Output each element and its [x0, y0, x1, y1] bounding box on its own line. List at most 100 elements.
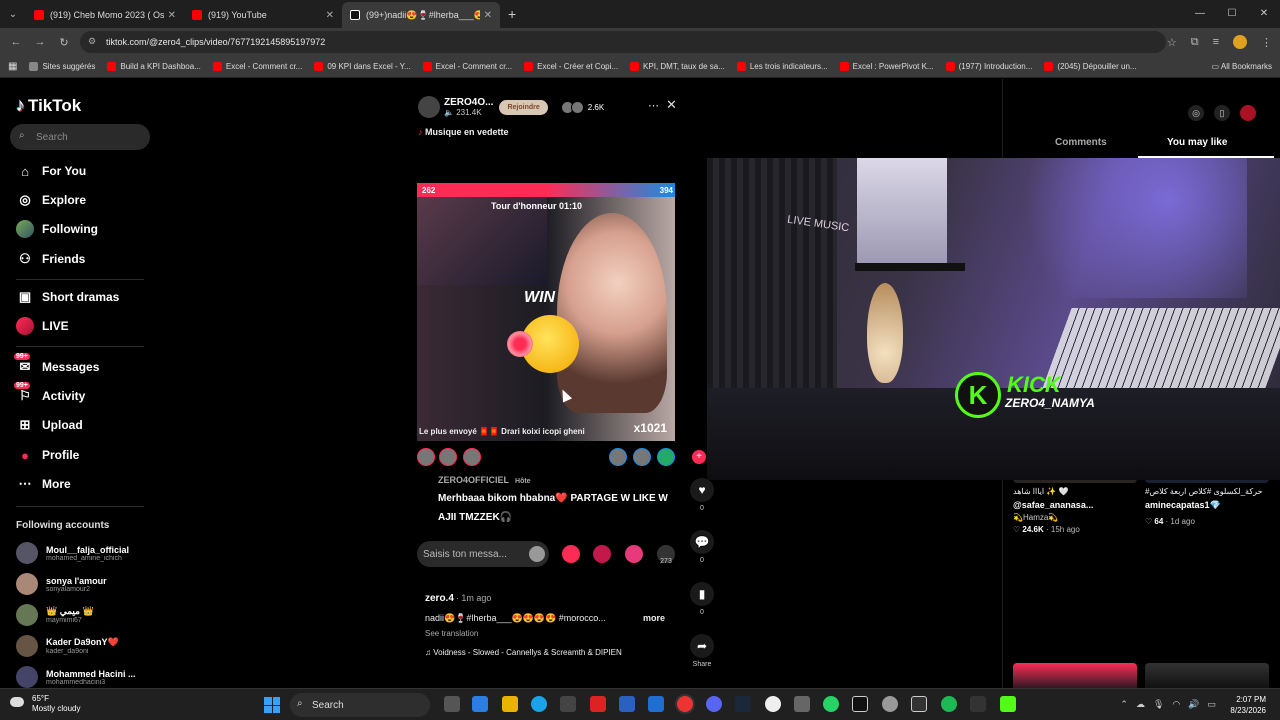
guest-icon[interactable] — [562, 545, 580, 563]
close-tab-icon[interactable]: ✕ — [484, 10, 492, 21]
calculator-icon[interactable] — [794, 696, 810, 712]
nav-short-dramas[interactable]: ▣ Short dramas — [16, 285, 120, 309]
phone-icon[interactable]: ▯ — [1214, 105, 1230, 121]
more-link[interactable]: more — [643, 613, 665, 623]
close-window-icon[interactable]: ✕ — [1248, 0, 1280, 28]
close-icon[interactable]: ✕ — [666, 97, 677, 113]
avatar[interactable] — [633, 448, 651, 466]
avatar[interactable] — [417, 448, 435, 466]
minimize-icon[interactable]: — — [1184, 0, 1216, 28]
host-avatar[interactable] — [418, 96, 440, 118]
new-tab-icon[interactable]: + — [508, 6, 516, 22]
system-clock[interactable]: 2:07 PM 8/23/2026 — [1230, 694, 1266, 716]
volume-icon[interactable]: 🔊 — [1188, 699, 1199, 710]
following-account[interactable]: sonya l'amour sonyalamour2 — [16, 570, 156, 598]
profile-avatar-icon[interactable] — [1233, 35, 1247, 49]
bookmark-item[interactable]: KPI, DMT, taux de sa... — [630, 62, 725, 71]
bookmark-item[interactable]: Excel - Créer et Copi... — [524, 62, 618, 71]
profile-avatar-icon[interactable] — [1240, 105, 1256, 121]
site-info-icon[interactable]: ⚙ — [88, 36, 96, 47]
steam-icon[interactable] — [735, 696, 751, 712]
video-author[interactable]: zero.4 · 1m ago — [425, 593, 665, 604]
cloud-sync-icon[interactable]: ☁ — [1136, 699, 1145, 710]
tiktok-logo[interactable]: ♪ TikTok — [16, 95, 81, 116]
edge-icon[interactable] — [531, 696, 547, 712]
following-account[interactable]: 👑 ميمي 👑 maymimi67 — [16, 601, 156, 629]
close-tab-icon[interactable]: ✕ — [326, 10, 334, 21]
save-action[interactable]: ▮ 0 — [690, 582, 714, 616]
nav-for-you[interactable]: ⌂ For You — [16, 159, 86, 183]
obs-icon[interactable] — [882, 696, 898, 712]
nav-profile[interactable]: ● Profile — [16, 443, 79, 467]
app-l-icon[interactable] — [590, 696, 606, 712]
spotify-icon[interactable] — [941, 696, 957, 712]
like-action[interactable]: ♥ 0 — [690, 478, 714, 512]
nav-upload[interactable]: ⊞ Upload — [16, 413, 83, 437]
nav-following[interactable]: Following — [16, 217, 98, 241]
app-icon[interactable] — [911, 696, 927, 712]
taskbar-search[interactable]: ⌕ Search — [290, 693, 430, 717]
windows-start-icon[interactable] — [264, 697, 280, 713]
following-account[interactable]: Kader Da9onY❤️ kader_da9oni — [16, 632, 156, 660]
nav-activity[interactable]: ⚐ 99+ Activity — [14, 382, 85, 408]
bookmark-item[interactable]: Sites suggérés — [29, 62, 95, 71]
browser-tab[interactable]: (919) YouTube ✕ — [184, 2, 342, 28]
nav-live[interactable]: LIVE — [16, 314, 69, 338]
browser-tab[interactable]: (919) Cheb Momo 2023 ( Ostor ✕ — [26, 2, 184, 28]
emoji-icon[interactable] — [529, 546, 545, 562]
apps-icon[interactable]: ▦ — [8, 61, 17, 72]
avatar[interactable] — [609, 448, 627, 466]
avatar[interactable] — [463, 448, 481, 466]
message-input[interactable]: Saisis ton messa... — [417, 541, 549, 567]
media-icon[interactable]: ≡ — [1213, 36, 1219, 48]
join-button[interactable]: Rejoindre — [499, 99, 548, 115]
file-explorer-icon[interactable] — [502, 696, 518, 712]
tab-comments[interactable]: Comments — [1055, 137, 1107, 148]
rose-icon[interactable] — [593, 545, 611, 563]
bookmark-item[interactable]: 09 KPI dans Excel - Y... — [314, 62, 411, 71]
copilot-icon[interactable] — [472, 696, 488, 712]
maximize-icon[interactable]: ☐ — [1216, 0, 1248, 28]
kick-app-icon[interactable] — [1000, 696, 1016, 712]
store-icon[interactable] — [560, 696, 576, 712]
microphone-icon[interactable]: 🎙 — [1153, 699, 1164, 710]
menu-icon[interactable]: ⋮ — [1261, 36, 1272, 49]
following-account[interactable]: Moul__falja_official mohamed_amine_ichich — [16, 539, 156, 567]
chevron-up-icon[interactable]: ⌃ — [1120, 699, 1128, 710]
host-name[interactable]: ZERO4O... — [444, 97, 493, 108]
whatsapp-icon[interactable] — [823, 696, 839, 712]
capcut-icon[interactable] — [970, 696, 986, 712]
avatar[interactable] — [439, 448, 457, 466]
app-icon[interactable] — [619, 696, 635, 712]
discord-icon[interactable] — [706, 696, 722, 712]
featured-music-tag[interactable]: ♪ Musique en vedette — [418, 127, 509, 137]
nav-friends[interactable]: ⚇ Friends — [16, 247, 85, 271]
tiktok-icon[interactable] — [852, 696, 868, 712]
weather-widget[interactable]: 65°F Mostly cloudy — [10, 694, 80, 714]
tab-you-may-like[interactable]: You may like — [1167, 137, 1227, 148]
compass-icon[interactable]: ◎ — [1188, 105, 1204, 121]
see-translation-link[interactable]: See translation — [425, 629, 665, 638]
bookmark-star-icon[interactable]: ☆ — [1167, 36, 1177, 49]
share-live-icon[interactable]: 273 — [657, 545, 675, 565]
bookmark-item[interactable]: Build a KPI Dashboa... — [107, 62, 201, 71]
tab-search-icon[interactable]: ⌄ — [0, 0, 26, 28]
video-thumbnail[interactable] — [1145, 663, 1269, 688]
bookmark-item[interactable]: (1977) Introduction... — [945, 62, 1032, 71]
gift-icon[interactable] — [625, 545, 643, 563]
all-bookmarks[interactable]: ▭ All Bookmarks — [1212, 56, 1272, 78]
nav-messages[interactable]: ✉ 99+ Messages — [14, 353, 99, 379]
bookmark-item[interactable]: Les trois indicateurs... — [736, 62, 828, 71]
bookmark-item[interactable]: Excel - Comment cr... — [212, 62, 302, 71]
recommended-video-card[interactable]: ايااا شاهد ✨ 🤍 @safae_ananasa... 💫Hamza💫… — [1013, 377, 1137, 534]
url-field[interactable]: ⚙ tiktok.com/@zero4_clips/video/76771921… — [80, 31, 1166, 53]
bookmark-item[interactable]: Excel : PowerPivot K... — [839, 62, 934, 71]
video-thumbnail[interactable] — [1013, 663, 1137, 688]
music-link[interactable]: ♫ Voidness - Slowed - Cannellys & Scream… — [425, 648, 665, 657]
back-icon[interactable]: ← — [4, 36, 28, 48]
outlook-icon[interactable] — [648, 696, 664, 712]
bookmark-item[interactable]: Excel - Comment cr... — [422, 62, 512, 71]
add-icon[interactable]: + — [692, 450, 706, 464]
avatar[interactable] — [657, 448, 675, 466]
forward-icon[interactable]: → — [28, 36, 52, 48]
